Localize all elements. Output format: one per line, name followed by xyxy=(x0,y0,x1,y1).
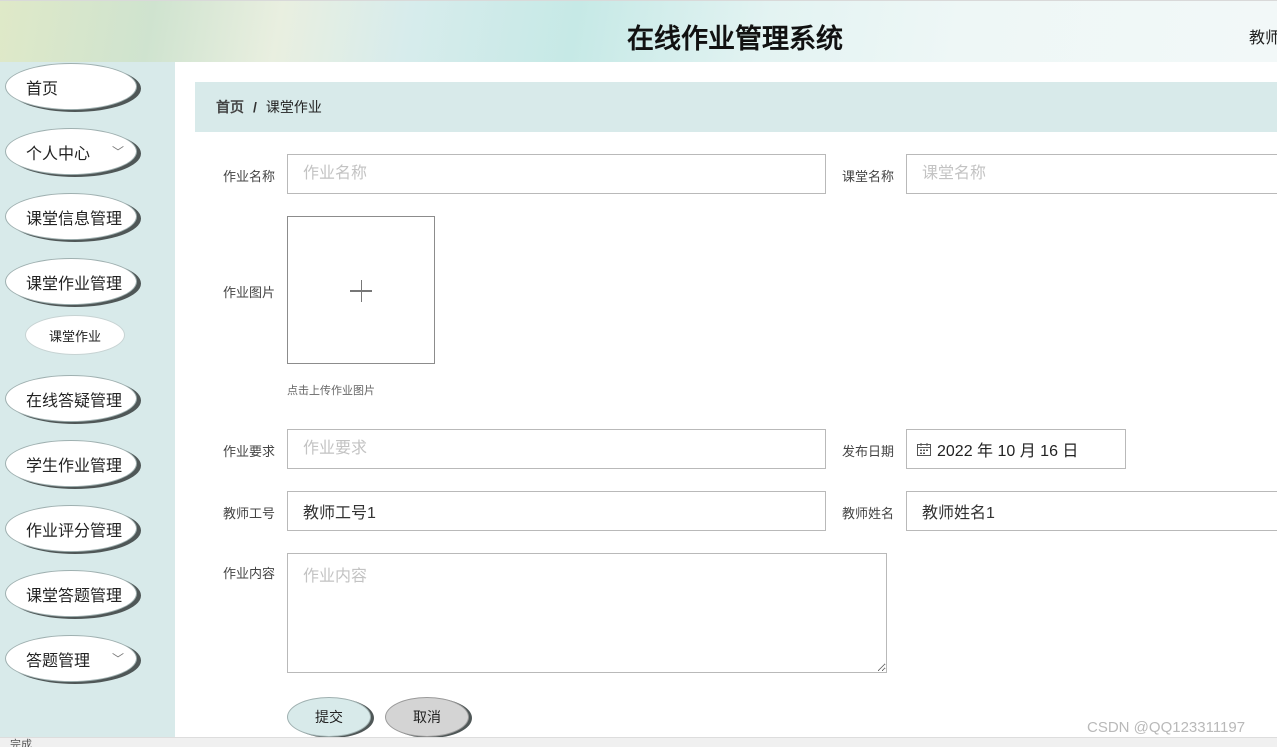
watermark: CSDN @QQ123311197 xyxy=(1087,719,1246,736)
breadcrumb-home[interactable]: 首页 xyxy=(216,97,244,117)
sidebar-item-answer-management[interactable]: 答题管理 ﹀ xyxy=(5,635,137,682)
sidebar-item-label: 课堂信息管理 xyxy=(26,210,123,228)
sidebar-item-label: 个人中心 xyxy=(26,145,91,163)
sidebar-item-online-qa[interactable]: 在线答疑管理 xyxy=(5,375,137,422)
sidebar-item-label: 课堂答题管理 xyxy=(26,587,123,605)
sidebar-item-home[interactable]: 首页 xyxy=(5,63,137,110)
content-label: 作业内容 xyxy=(222,566,275,581)
homework-name-label: 作业名称 xyxy=(222,169,275,184)
requirement-label: 作业要求 xyxy=(222,444,275,459)
sidebar-item-label: 在线答疑管理 xyxy=(26,392,123,410)
breadcrumb-separator: / xyxy=(253,99,257,115)
content-textarea[interactable] xyxy=(287,553,887,673)
sidebar-subitem-label: 课堂作业 xyxy=(48,328,101,344)
image-upload-box[interactable] xyxy=(287,216,435,364)
breadcrumb-current: 课堂作业 xyxy=(265,99,322,115)
sidebar-item-course-answer[interactable]: 课堂答题管理 xyxy=(5,570,137,617)
app-header: 在线作业管理系统 教师 xyxy=(0,0,1277,62)
submit-button[interactable]: 提交 xyxy=(287,697,371,737)
breadcrumb: 首页 / 课堂作业 xyxy=(195,82,1277,132)
cancel-button[interactable]: 取消 xyxy=(385,697,469,737)
sidebar-item-label: 作业评分管理 xyxy=(26,522,123,540)
teacher-name-label: 教师姓名 xyxy=(841,506,894,521)
calendar-icon xyxy=(917,442,931,456)
sidebar: 首页 个人中心 ﹀ 课堂信息管理 课堂作业管理 课堂作业 在线答疑管理 学生作业… xyxy=(0,62,175,746)
sidebar-item-course-info[interactable]: 课堂信息管理 xyxy=(5,193,137,240)
homework-name-input[interactable] xyxy=(287,154,826,194)
sidebar-item-student-homework[interactable]: 学生作业管理 xyxy=(5,440,137,487)
sidebar-item-label: 首页 xyxy=(26,80,59,98)
chevron-down-icon: ﹀ xyxy=(111,145,124,159)
sidebar-item-label: 课堂作业管理 xyxy=(26,275,123,293)
sidebar-item-homework-grading[interactable]: 作业评分管理 xyxy=(5,505,137,552)
teacher-name-input[interactable] xyxy=(906,491,1277,531)
sidebar-item-personal-center[interactable]: 个人中心 ﹀ xyxy=(5,128,137,175)
chevron-down-icon: ﹀ xyxy=(111,652,124,666)
sidebar-item-label: 答题管理 xyxy=(26,652,91,670)
publish-date-label: 发布日期 xyxy=(841,444,894,459)
app-title: 在线作业管理系统 xyxy=(627,24,843,55)
requirement-input[interactable] xyxy=(287,429,826,469)
course-name-label: 课堂名称 xyxy=(841,169,894,184)
course-name-input[interactable] xyxy=(906,154,1277,194)
sidebar-item-label: 学生作业管理 xyxy=(26,457,123,475)
publish-date-value: 2022 年 10 月 16 日 xyxy=(937,443,1079,460)
user-role-label[interactable]: 教师 xyxy=(1249,24,1277,48)
publish-date-picker[interactable]: 2022 年 10 月 16 日 xyxy=(906,429,1126,469)
teacher-id-input[interactable] xyxy=(287,491,826,531)
homework-image-label: 作业图片 xyxy=(222,285,275,300)
sidebar-item-course-homework[interactable]: 课堂作业管理 xyxy=(5,258,137,305)
upload-tip: 点击上传作业图片 xyxy=(287,385,375,397)
sidebar-subitem-course-homework[interactable]: 课堂作业 xyxy=(25,315,125,355)
teacher-id-label: 教师工号 xyxy=(222,506,275,521)
